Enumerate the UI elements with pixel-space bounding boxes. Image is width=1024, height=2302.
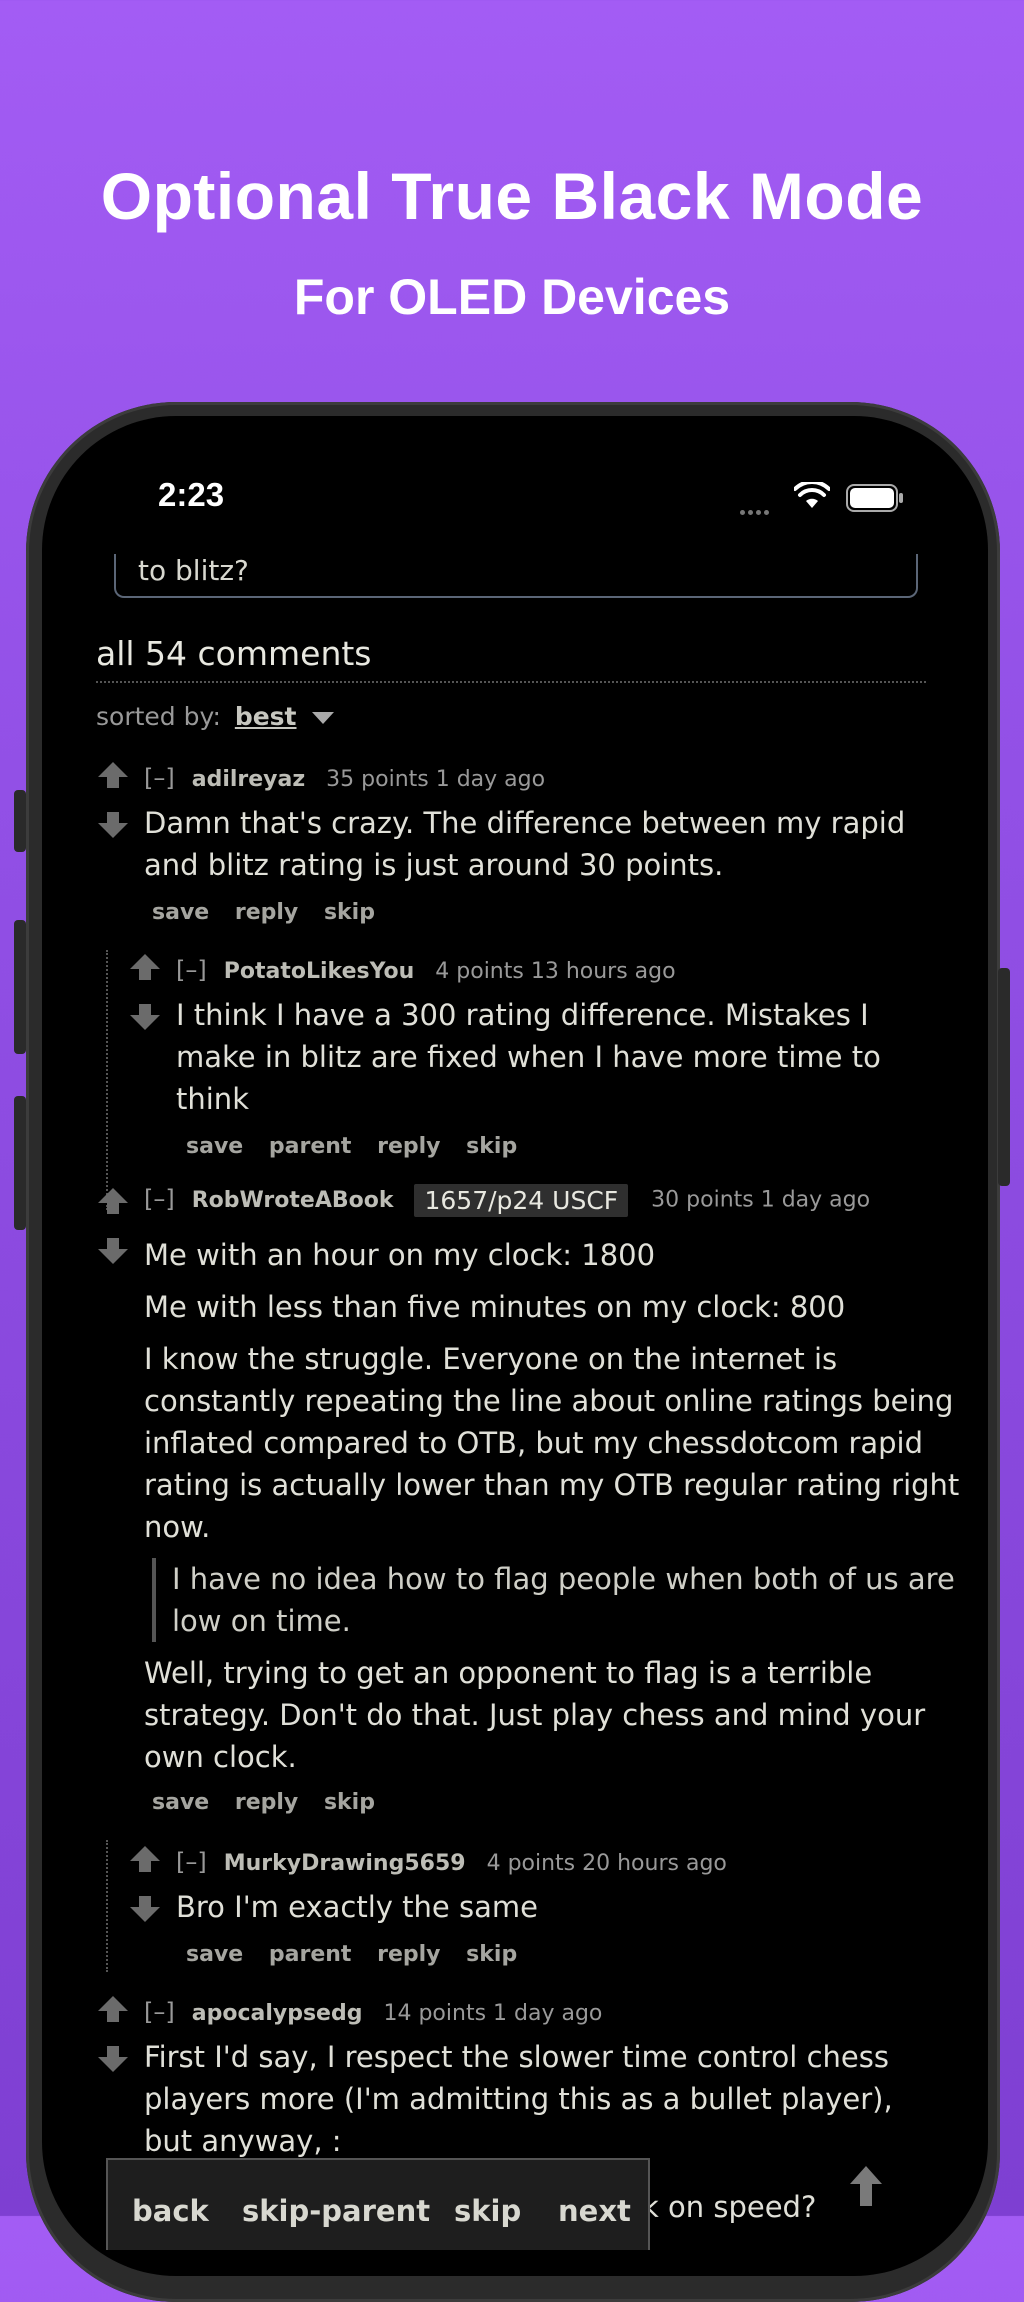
downvote-arrow-icon[interactable] (128, 1894, 162, 1924)
upvote-arrow-icon[interactable] (96, 1186, 130, 1216)
back-button[interactable]: back (132, 2194, 209, 2228)
upvote-arrow-icon[interactable] (128, 952, 162, 982)
upvote-arrow-icon[interactable] (128, 1844, 162, 1874)
downvote-arrow-icon[interactable] (128, 1002, 162, 1032)
status-time: 2:23 (158, 476, 225, 513)
post-title-box: to blitz? (114, 554, 918, 598)
comment-text: Me with an hour on my clock: 1800 (144, 1238, 656, 1272)
comment-body: First I'd say, I respect the slower time… (144, 2036, 944, 2172)
status-bar: 2:23 (42, 416, 988, 515)
battery-icon (846, 484, 903, 512)
comment-body: Me with an hour on my clock: 1800 Me wit… (144, 1234, 974, 1788)
comment-text: Bro I'm exactly the same (176, 1890, 538, 1924)
comment-text: Me with less than five minutes on my clo… (144, 1290, 846, 1324)
parent-link[interactable]: parent (269, 1134, 352, 1159)
bottom-nav-bar: back skip-parent skip next (106, 2158, 650, 2250)
comment-text: Damn that's crazy. The difference betwee… (144, 806, 906, 882)
promo-title: Optional True Black Mode (100, 159, 924, 233)
phone-volume-down (14, 1096, 26, 1230)
next-button[interactable]: next (558, 2194, 631, 2228)
wifi-icon (794, 482, 830, 508)
skip-link[interactable]: skip (466, 1134, 517, 1159)
skip-link[interactable]: skip (324, 1790, 375, 1815)
vote-controls (128, 1844, 164, 1924)
collapse-toggle[interactable]: [–] (144, 1185, 175, 1213)
comment-meta: [–] apocalypsedg 14 points 1 day ago (144, 1998, 602, 2026)
comment-body: Damn that's crazy. The difference betwee… (144, 802, 944, 896)
comment-score-time: 14 points 1 day ago (383, 2001, 603, 2026)
phone-power-button (998, 968, 1010, 1186)
comment-body: I think I have a 300 rating difference. … (176, 994, 916, 1130)
comment-score-time: 4 points 13 hours ago (435, 959, 676, 984)
comment-body: Bro I'm exactly the same (176, 1886, 916, 1938)
upvote-arrow-icon[interactable] (96, 760, 130, 790)
reply-link[interactable]: reply (377, 1942, 440, 1967)
comment-author[interactable]: RobWroteABook (192, 1188, 394, 1213)
comment-score-time: 35 points 1 day ago (326, 767, 546, 792)
vote-controls (96, 760, 132, 840)
downvote-arrow-icon[interactable] (96, 2044, 130, 2074)
sort-row: sorted by: best (96, 702, 335, 731)
comment-author[interactable]: PotatoLikesYou (224, 959, 415, 984)
comment-author[interactable]: MurkyDrawing5659 (224, 1851, 466, 1876)
comment-actions: save parent reply skip (186, 1134, 535, 1159)
sort-label: sorted by: (96, 702, 221, 731)
phone-side-button (14, 790, 26, 852)
dropdown-caret-icon[interactable] (312, 712, 335, 724)
reply-link[interactable]: reply (377, 1134, 440, 1159)
save-link[interactable]: save (186, 1134, 243, 1159)
post-title-fragment: to blitz? (138, 554, 249, 587)
downvote-arrow-icon[interactable] (96, 1236, 130, 1266)
user-flair: 1657/p24 USCF (414, 1184, 629, 1217)
obscured-comment-text: k on speed? (642, 2190, 817, 2224)
parent-link[interactable]: parent (269, 1942, 352, 1967)
reply-link[interactable]: reply (235, 1790, 298, 1815)
vote-controls (128, 952, 164, 1032)
vote-controls (96, 1186, 132, 1266)
sort-dropdown[interactable]: best (235, 702, 297, 731)
promo-subtitle: For OLED Devices (293, 269, 731, 325)
signal-dots-icon (740, 500, 772, 519)
comments-header: all 54 comments (96, 634, 926, 683)
reply-link[interactable]: reply (235, 900, 298, 925)
comment-score-time: 30 points 1 day ago (651, 1187, 871, 1213)
comment-meta: [–] PotatoLikesYou 4 points 13 hours ago (176, 956, 676, 984)
comment-actions: save reply skip (152, 1790, 393, 1815)
comment-text: I think I have a 300 rating difference. … (176, 998, 881, 1116)
comment-author[interactable]: adilreyaz (192, 767, 305, 792)
save-link[interactable]: save (152, 1790, 209, 1815)
comment-score-time: 4 points 20 hours ago (486, 1851, 727, 1876)
save-link[interactable]: save (152, 900, 209, 925)
save-link[interactable]: save (186, 1942, 243, 1967)
comment-text: I know the struggle. Everyone on the int… (144, 1342, 960, 1544)
comment-text: Well, trying to get an opponent to flag … (144, 1656, 926, 1774)
skip-parent-button[interactable]: skip-parent (242, 2194, 430, 2228)
comment-actions: save parent reply skip (186, 1942, 535, 1967)
collapse-toggle[interactable]: [–] (144, 1998, 175, 2026)
comment-meta: [–] MurkyDrawing5659 4 points 20 hours a… (176, 1848, 727, 1876)
vote-controls (96, 1994, 132, 2074)
downvote-arrow-icon[interactable] (96, 810, 130, 840)
collapse-toggle[interactable]: [–] (176, 956, 207, 984)
collapse-toggle[interactable]: [–] (176, 1848, 207, 1876)
comment-actions: save reply skip (152, 900, 393, 925)
thread-line (106, 950, 108, 1210)
thread-line (106, 1840, 108, 1972)
comment-meta: [–] RobWroteABook 1657/p24 USCF 30 point… (144, 1184, 870, 1217)
comment-meta: [–] adilreyaz 35 points 1 day ago (144, 764, 545, 792)
collapse-toggle[interactable]: [–] (144, 764, 175, 792)
phone-volume-up (14, 920, 26, 1054)
comment-text: First I'd say, I respect the slower time… (144, 2040, 893, 2158)
skip-button[interactable]: skip (454, 2194, 521, 2228)
blockquote: I have no idea how to flag people when b… (152, 1558, 974, 1642)
skip-link[interactable]: skip (466, 1942, 517, 1967)
app-screen: 2:23 to blitz? all 54 comments sorted by… (42, 416, 988, 2276)
skip-link[interactable]: skip (324, 900, 375, 925)
upvote-arrow-icon[interactable] (96, 1994, 130, 2024)
scroll-to-top-icon[interactable] (848, 2164, 884, 2208)
comment-author[interactable]: apocalypsedg (192, 2001, 363, 2026)
